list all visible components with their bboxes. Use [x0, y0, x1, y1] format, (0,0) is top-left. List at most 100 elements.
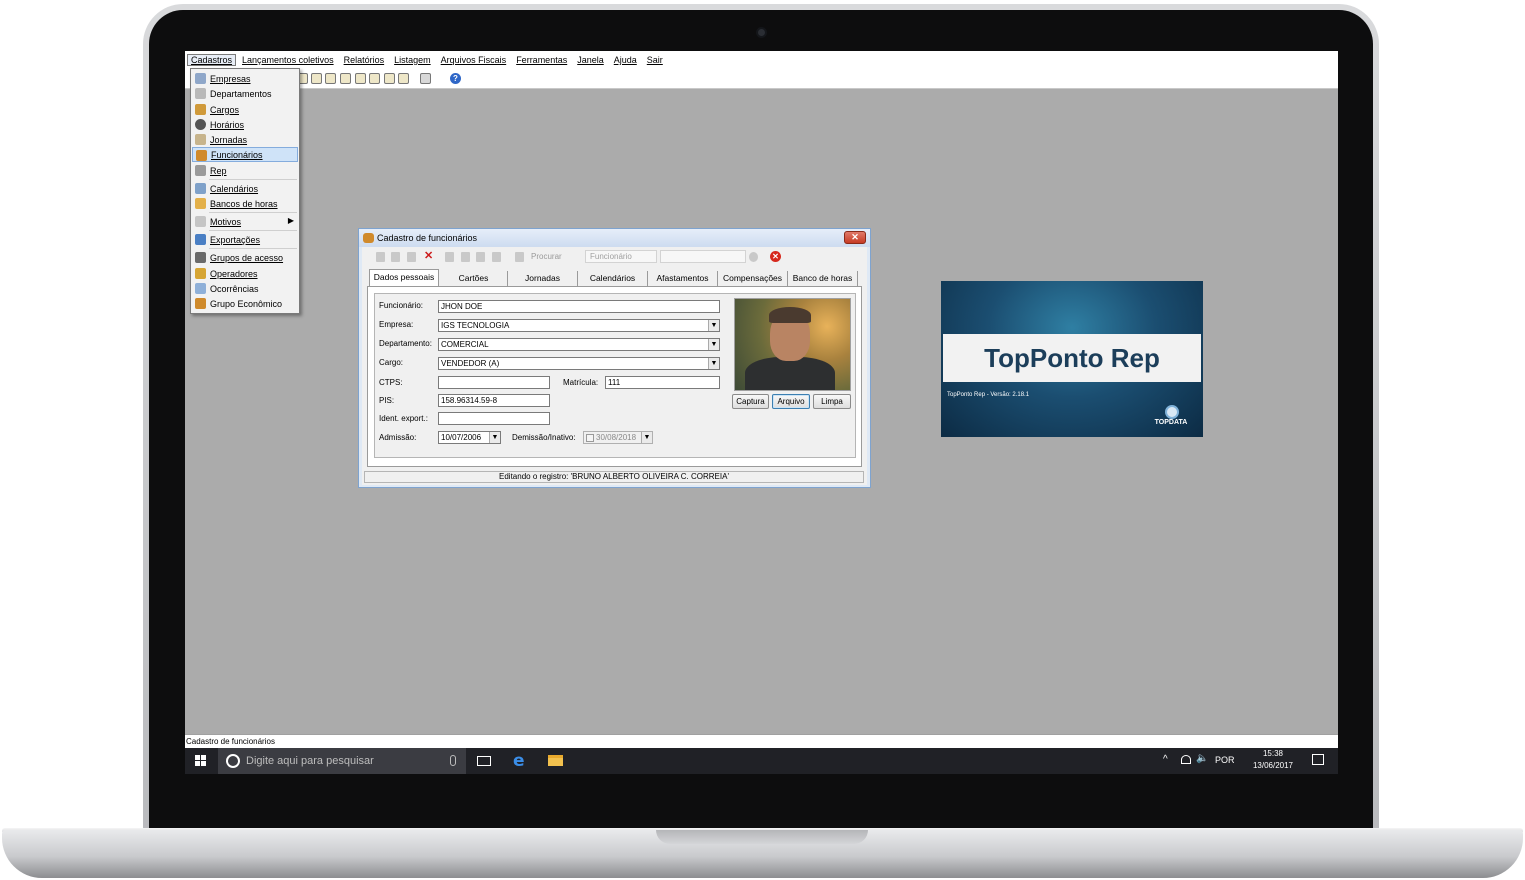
language-indicator[interactable]: POR	[1215, 755, 1235, 765]
menu-cadastros[interactable]: Cadastros	[187, 54, 237, 66]
menu-arquivos-fiscais[interactable]: Arquivos Fiscais	[441, 55, 507, 65]
dd-item-jornadas[interactable]: Jornadas	[192, 132, 298, 147]
help-icon[interactable]: ?	[450, 73, 461, 84]
splash-title: TopPonto Rep	[984, 343, 1160, 373]
delete-icon[interactable]: ✕	[424, 249, 433, 262]
toolbar-icon-8[interactable]	[398, 73, 409, 84]
personal-data-group: Funcionário: JHON DOE Empresa: IGS TECNO…	[374, 293, 856, 458]
dd-item-bancos-de-horas[interactable]: Bancos de horas	[192, 196, 298, 211]
printer-icon[interactable]	[420, 73, 431, 84]
microphone-icon[interactable]	[450, 755, 456, 766]
menu-relatorios[interactable]: Relatórios	[344, 55, 385, 65]
tab-afastamentos[interactable]: Afastamentos	[648, 271, 718, 287]
arquivo-button[interactable]: Arquivo	[772, 394, 810, 409]
ctps-label: CTPS:	[379, 378, 403, 387]
laptop-notch	[656, 830, 868, 844]
taskbar-search-box[interactable]: Digite aqui para pesquisar	[218, 748, 466, 774]
toolbar-icon-6[interactable]	[369, 73, 380, 84]
departamento-label: Departamento:	[379, 339, 432, 348]
dd-separator	[209, 230, 297, 231]
departamento-select[interactable]: COMERCIAL ▼	[438, 338, 720, 351]
ident-export-field[interactable]	[438, 412, 550, 425]
task-view-icon[interactable]	[477, 756, 491, 766]
menu-ferramentas[interactable]: Ferramentas	[516, 55, 567, 65]
dd-item-horarios[interactable]: Horários	[192, 117, 298, 132]
chevron-down-icon[interactable]: ▼	[708, 339, 719, 350]
menu-ajuda[interactable]: Ajuda	[614, 55, 637, 65]
speech-icon[interactable]	[749, 252, 758, 262]
save-icon[interactable]	[391, 252, 400, 262]
matricula-field[interactable]: 111	[605, 376, 720, 389]
chevron-down-icon[interactable]: ▼	[708, 320, 719, 331]
tab-compensacoes[interactable]: Compensações	[718, 271, 788, 287]
dd-item-calendarios[interactable]: Calendários	[192, 181, 298, 196]
toolbar-icon-4[interactable]	[340, 73, 351, 84]
save-close-icon[interactable]	[407, 252, 416, 262]
admissao-date[interactable]: 10/07/2006 ▼	[438, 431, 501, 444]
ctps-field[interactable]	[438, 376, 550, 389]
splash-band: TopPonto Rep	[943, 334, 1201, 382]
limpa-button[interactable]: Limpa	[813, 394, 851, 409]
captura-button[interactable]: Captura	[732, 394, 769, 409]
dd-item-empresas[interactable]: Empresas	[192, 71, 298, 86]
search-button-label[interactable]: Procurar	[531, 252, 562, 261]
stop-icon[interactable]: ✕	[770, 251, 781, 262]
pis-label: PIS:	[379, 396, 395, 405]
menu-listagem[interactable]: Listagem	[394, 55, 431, 65]
dd-item-departamentos[interactable]: Departamentos	[192, 86, 298, 101]
tab-cartoes[interactable]: Cartões	[440, 271, 508, 287]
toolbar-icon-2[interactable]	[311, 73, 322, 84]
dd-item-exportacoes[interactable]: Exportações	[192, 232, 298, 247]
toolbar-icon-7[interactable]	[384, 73, 395, 84]
windows-start-icon[interactable]	[195, 755, 207, 767]
toolbar-icon-3[interactable]	[325, 73, 336, 84]
funcionario-field[interactable]: JHON DOE	[438, 300, 720, 313]
clock-time[interactable]: 15:38	[1253, 749, 1293, 758]
file-explorer-icon[interactable]	[548, 755, 563, 766]
dd-item-operadores[interactable]: Operadores	[192, 266, 298, 281]
admissao-value: 10/07/2006	[441, 433, 482, 442]
toolbar-icon-5[interactable]	[355, 73, 366, 84]
dialog-titlebar[interactable]: Cadastro de funcionários ✕	[359, 229, 870, 247]
dialog-toolbar: ✕ Procurar Funcionário ✕	[367, 249, 787, 265]
dd-item-grupos-de-acesso[interactable]: Grupos de acesso	[192, 250, 298, 265]
clock-date[interactable]: 13/06/2017	[1241, 761, 1305, 770]
edge-icon[interactable]: e	[513, 751, 525, 771]
dd-separator	[209, 248, 297, 249]
tab-jornadas[interactable]: Jornadas	[508, 271, 578, 287]
tab-calendarios[interactable]: Calendários	[578, 271, 648, 287]
next-record-icon[interactable]	[476, 252, 485, 262]
menu-janela[interactable]: Janela	[577, 55, 604, 65]
dd-item-motivos[interactable]: Motivos ▶	[192, 214, 298, 229]
last-record-icon[interactable]	[492, 252, 501, 262]
previous-record-icon[interactable]	[461, 252, 470, 262]
dd-item-ocorrencias[interactable]: Ocorrências	[192, 281, 298, 296]
menu-sair[interactable]: Sair	[647, 55, 663, 65]
new-record-icon[interactable]	[376, 252, 385, 262]
chevron-up-icon[interactable]: ^	[1163, 754, 1168, 765]
demissao-checkbox[interactable]	[586, 433, 594, 442]
network-icon[interactable]	[1181, 755, 1191, 764]
chevron-down-icon[interactable]: ▼	[708, 358, 719, 369]
chevron-down-icon[interactable]: ▼	[489, 432, 500, 443]
dd-item-rep[interactable]: Rep	[192, 163, 298, 178]
search-field-combo[interactable]: Funcionário	[585, 250, 657, 263]
search-icon[interactable]	[515, 252, 524, 262]
dialog-title: Cadastro de funcionários	[377, 233, 478, 243]
menu-lancamentos[interactable]: Lançamentos coletivos	[242, 55, 334, 65]
empresa-select[interactable]: IGS TECNOLOGIA ▼	[438, 319, 720, 332]
dd-item-funcionarios[interactable]: Funcionários	[192, 147, 298, 162]
topdata-logo-text: TOPDATA	[1154, 419, 1188, 426]
close-icon[interactable]: ✕	[844, 231, 866, 244]
pis-field[interactable]: 158.96314.59-8	[438, 394, 550, 407]
first-record-icon[interactable]	[445, 252, 454, 262]
cargo-select[interactable]: VENDEDOR (A) ▼	[438, 357, 720, 370]
dd-item-cargos[interactable]: Cargos	[192, 102, 298, 117]
photo-jacket	[745, 357, 835, 390]
employees-icon	[363, 233, 374, 243]
search-input[interactable]	[660, 250, 746, 263]
notification-icon[interactable]	[1312, 754, 1324, 765]
tab-banco-de-horas[interactable]: Banco de horas	[788, 271, 858, 287]
dd-item-grupo-economico[interactable]: Grupo Econômico	[192, 296, 298, 311]
volume-icon[interactable]: 🔈	[1196, 753, 1208, 764]
